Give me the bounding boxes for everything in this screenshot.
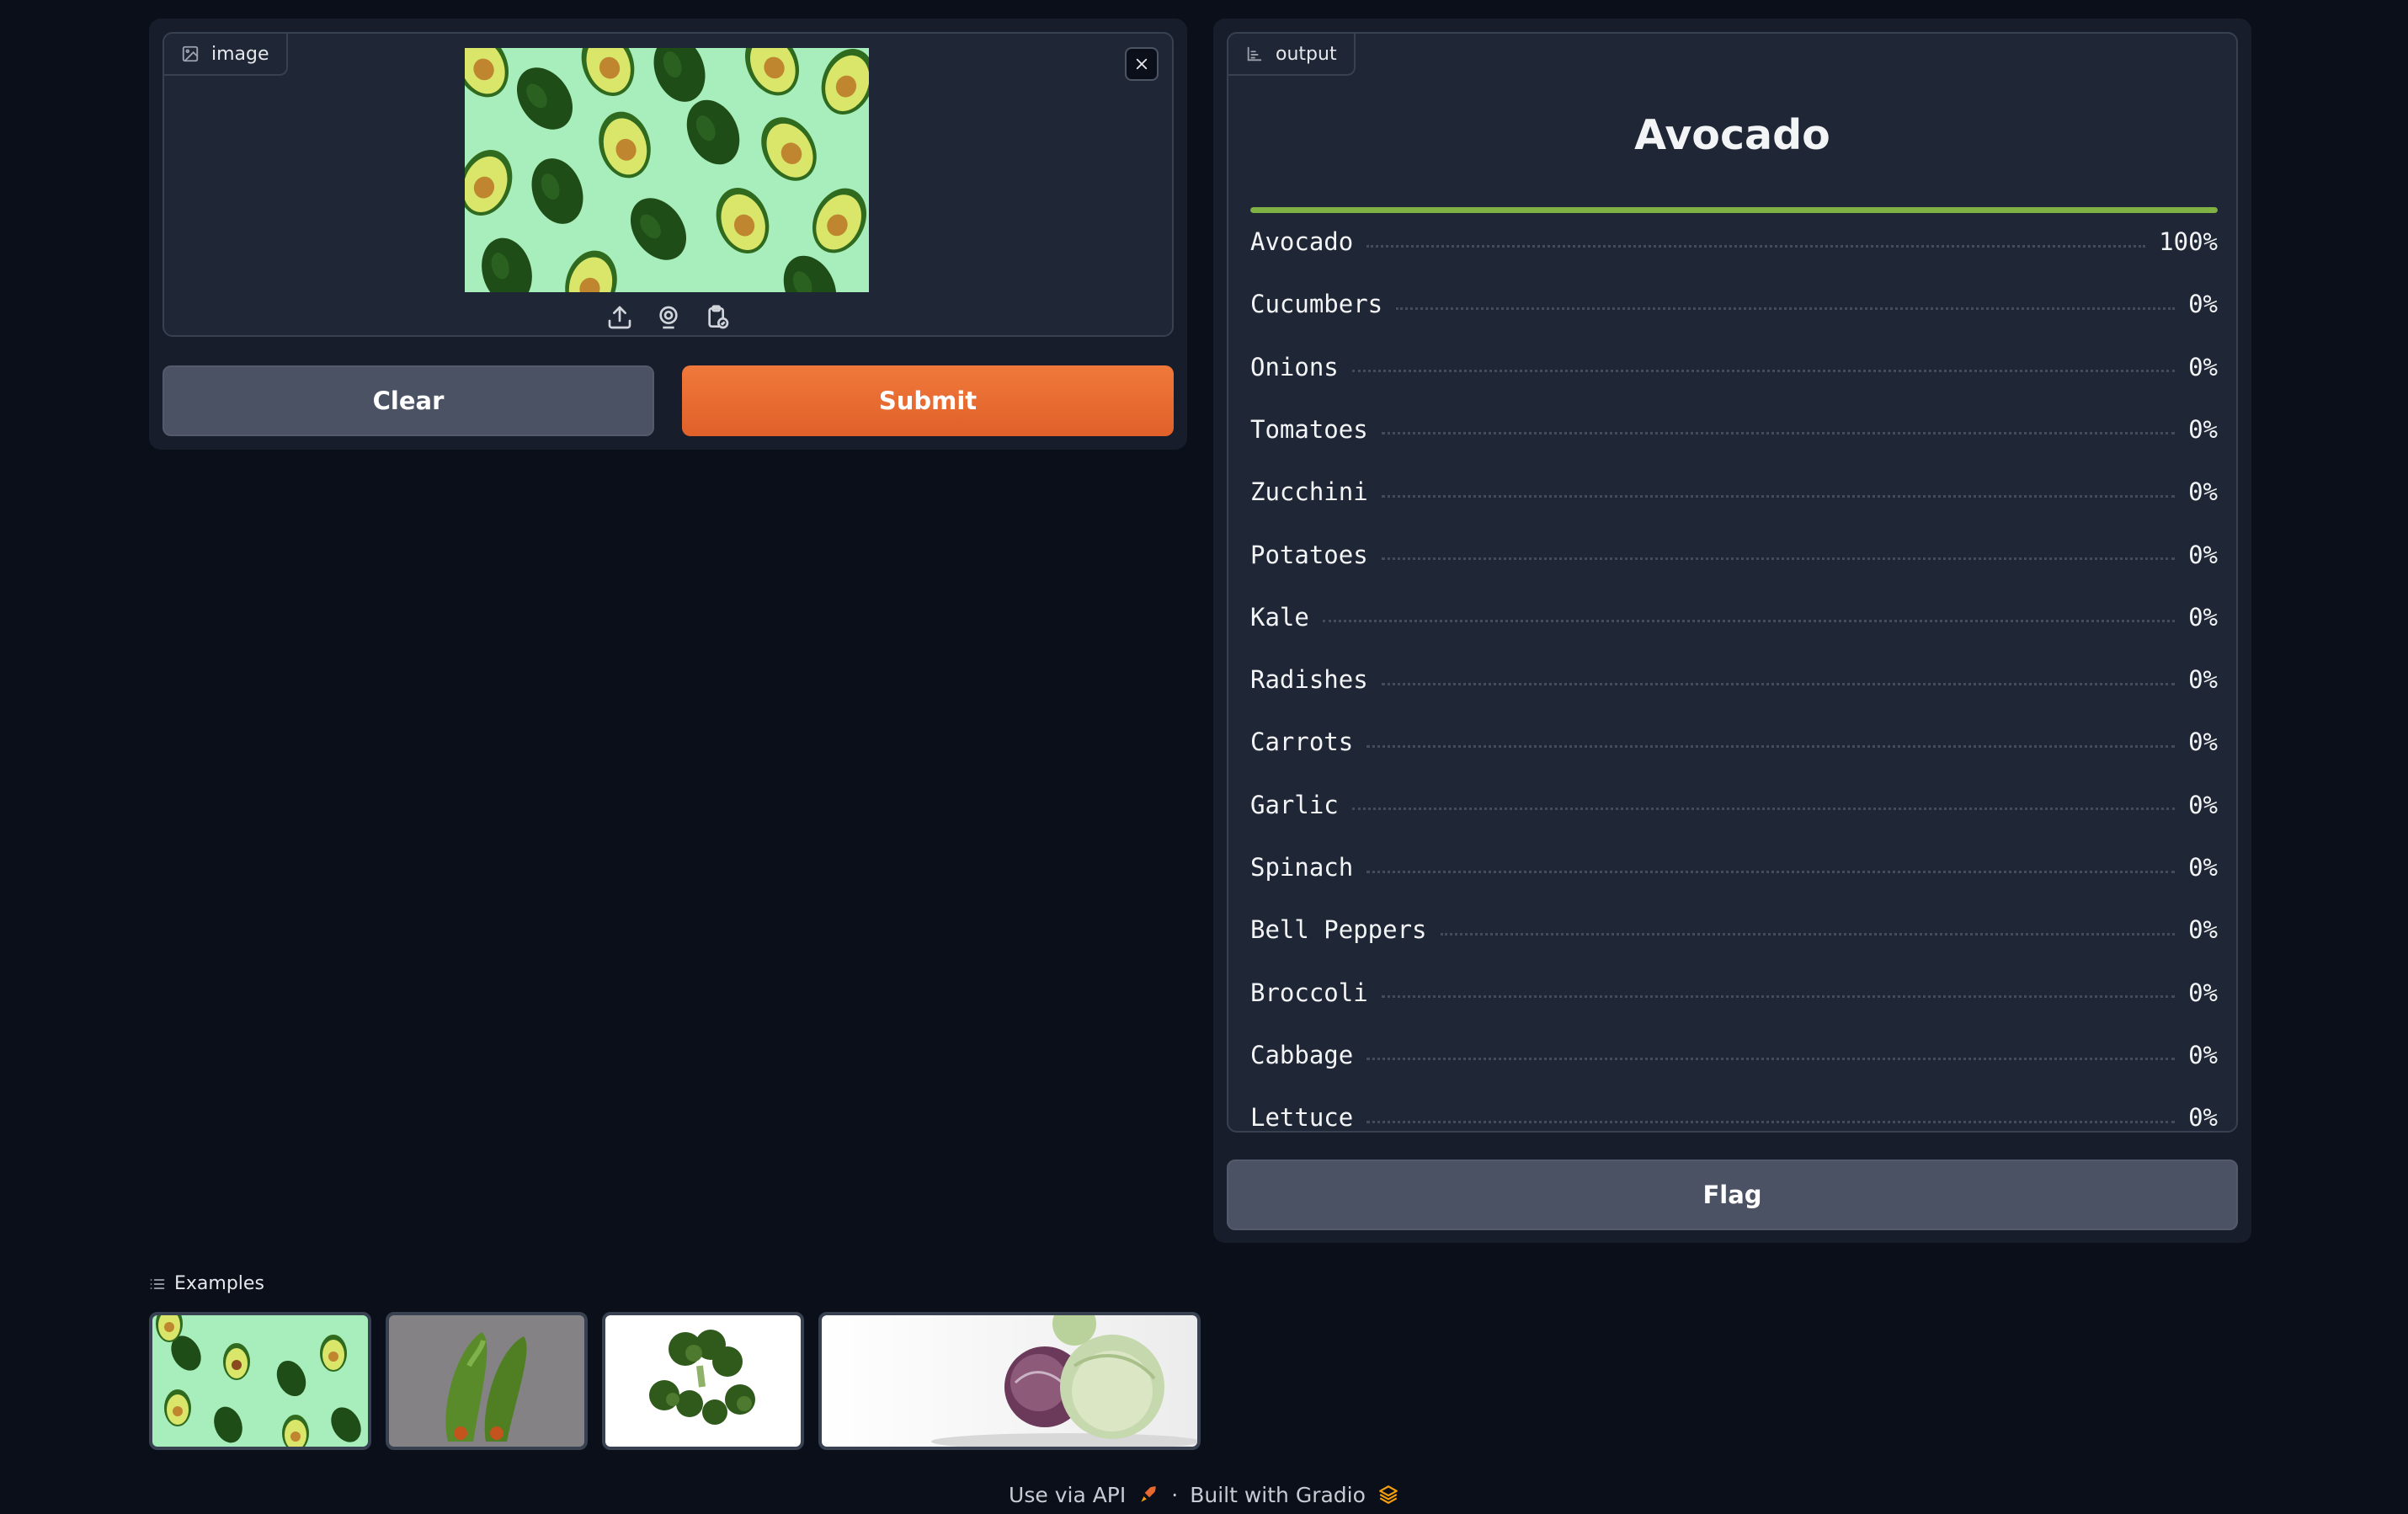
- rocket-icon: [1141, 1486, 1156, 1502]
- confidence-row: Lettuce 0%: [1250, 1101, 2218, 1134]
- upload-icon[interactable]: [606, 303, 633, 332]
- use-via-api-link[interactable]: Use via API: [1009, 1483, 1126, 1507]
- confidence-label: Broccoli: [1250, 978, 1368, 1007]
- dotted-leader: [1366, 1120, 2176, 1123]
- confidence-row: Carrots 0%: [1250, 725, 2218, 759]
- confidence-value: 0%: [2188, 352, 2218, 381]
- clear-button[interactable]: Clear: [162, 365, 654, 436]
- confidence-row: Garlic 0%: [1250, 788, 2218, 822]
- confidence-row: Cabbage 0%: [1250, 1038, 2218, 1072]
- dotted-leader: [1381, 995, 2176, 999]
- confidence-row: Onions 0%: [1250, 350, 2218, 384]
- image-label: image: [164, 34, 288, 76]
- dotted-leader: [1396, 307, 2176, 310]
- uploaded-image-preview: [465, 48, 869, 292]
- built-with-gradio-link[interactable]: Built with Gradio: [1190, 1483, 1366, 1507]
- confidence-label: Bell Peppers: [1250, 915, 1427, 945]
- output-panel: output Avocado Avocado 100% Cucumbers 0% Oni…: [1213, 19, 2251, 1243]
- dotted-leader: [1322, 620, 2176, 623]
- remove-image-button[interactable]: [1125, 47, 1159, 81]
- dotted-leader: [1351, 808, 2176, 811]
- confidence-label: Garlic: [1250, 790, 1339, 819]
- dotted-leader: [1366, 244, 2146, 248]
- dotted-leader: [1440, 932, 2176, 936]
- example-broccoli[interactable]: [602, 1312, 804, 1450]
- confidence-bar-fill: [1250, 207, 2218, 213]
- confidence-label: Lettuce: [1250, 1103, 1354, 1133]
- confidence-row: Kale 0%: [1250, 600, 2218, 634]
- confidence-value: 0%: [2188, 414, 2218, 444]
- confidence-row: Potatoes 0%: [1250, 538, 2218, 572]
- confidence-value: 0%: [2188, 790, 2218, 819]
- confidence-value: 0%: [2188, 853, 2218, 882]
- chart-icon: [1247, 46, 1262, 61]
- gradio-logo-icon: [1379, 1485, 1398, 1504]
- confidence-label: Onions: [1250, 352, 1339, 381]
- dotted-leader: [1381, 682, 2176, 685]
- confidence-value: 0%: [2188, 728, 2218, 757]
- dotted-leader: [1381, 432, 2176, 435]
- confidence-label: Avocado: [1250, 227, 1354, 256]
- confidence-row: Avocado 100%: [1250, 225, 2218, 259]
- examples-header: Examples: [149, 1273, 264, 1294]
- confidence-value: 0%: [2188, 477, 2218, 507]
- confidence-row: Bell Peppers 0%: [1250, 913, 2218, 946]
- confidence-value: 0%: [2188, 1103, 2218, 1133]
- confidence-label: Cabbage: [1250, 1040, 1354, 1069]
- example-cabbage[interactable]: [818, 1312, 1201, 1450]
- close-icon: [1136, 58, 1148, 70]
- confidence-value: 0%: [2188, 915, 2218, 945]
- confidence-row: Cucumbers 0%: [1250, 287, 2218, 321]
- confidence-label: Zucchini: [1250, 477, 1368, 507]
- example-peppers[interactable]: [386, 1312, 588, 1450]
- confidence-label: Tomatoes: [1250, 414, 1368, 444]
- image-input[interactable]: image: [162, 32, 1174, 337]
- flag-button[interactable]: Flag: [1227, 1159, 2238, 1230]
- webcam-icon[interactable]: [655, 303, 682, 332]
- footer-separator: ·: [1171, 1482, 1179, 1507]
- clipboard-icon[interactable]: [704, 303, 731, 332]
- confidence-row: Zucchini 0%: [1250, 475, 2218, 509]
- confidence-label: Spinach: [1250, 853, 1354, 882]
- confidence-bar: [1250, 207, 2218, 213]
- list-icon: [150, 1278, 165, 1289]
- confidence-value: 0%: [2188, 540, 2218, 569]
- dotted-leader: [1351, 370, 2176, 373]
- label-output: output Avocado Avocado 100% Cucumbers 0% Oni…: [1227, 32, 2238, 1133]
- confidence-row: Spinach 0%: [1250, 850, 2218, 884]
- confidence-value: 0%: [2188, 602, 2218, 632]
- dotted-leader: [1366, 1058, 2176, 1061]
- confidence-row: Tomatoes 0%: [1250, 413, 2218, 446]
- dotted-leader: [1381, 557, 2176, 560]
- output-label: output: [1228, 34, 1356, 76]
- confidence-label: Carrots: [1250, 728, 1354, 757]
- confidence-label: Kale: [1250, 602, 1309, 632]
- confidence-label: Radishes: [1250, 665, 1368, 695]
- submit-button[interactable]: Submit: [682, 365, 1174, 436]
- confidence-label: Cucumbers: [1250, 290, 1383, 319]
- confidence-value: 0%: [2188, 290, 2218, 319]
- dotted-leader: [1366, 744, 2176, 748]
- confidence-value: 0%: [2188, 1040, 2218, 1069]
- dotted-leader: [1366, 870, 2176, 873]
- predicted-label: Avocado: [1634, 111, 1830, 159]
- footer: Use via API · Built with Gradio: [0, 1480, 2408, 1509]
- confidence-value: 100%: [2159, 227, 2218, 256]
- confidence-row: Broccoli 0%: [1250, 976, 2218, 1010]
- confidence-row: Radishes 0%: [1250, 663, 2218, 696]
- example-avocado[interactable]: [149, 1312, 371, 1450]
- input-panel: image Clear Submit: [149, 19, 1187, 450]
- dotted-leader: [1381, 494, 2176, 498]
- confidence-value: 0%: [2188, 665, 2218, 695]
- image-icon: [182, 45, 199, 62]
- confidence-value: 0%: [2188, 978, 2218, 1007]
- source-selector: [164, 303, 1172, 332]
- confidence-label: Potatoes: [1250, 540, 1368, 569]
